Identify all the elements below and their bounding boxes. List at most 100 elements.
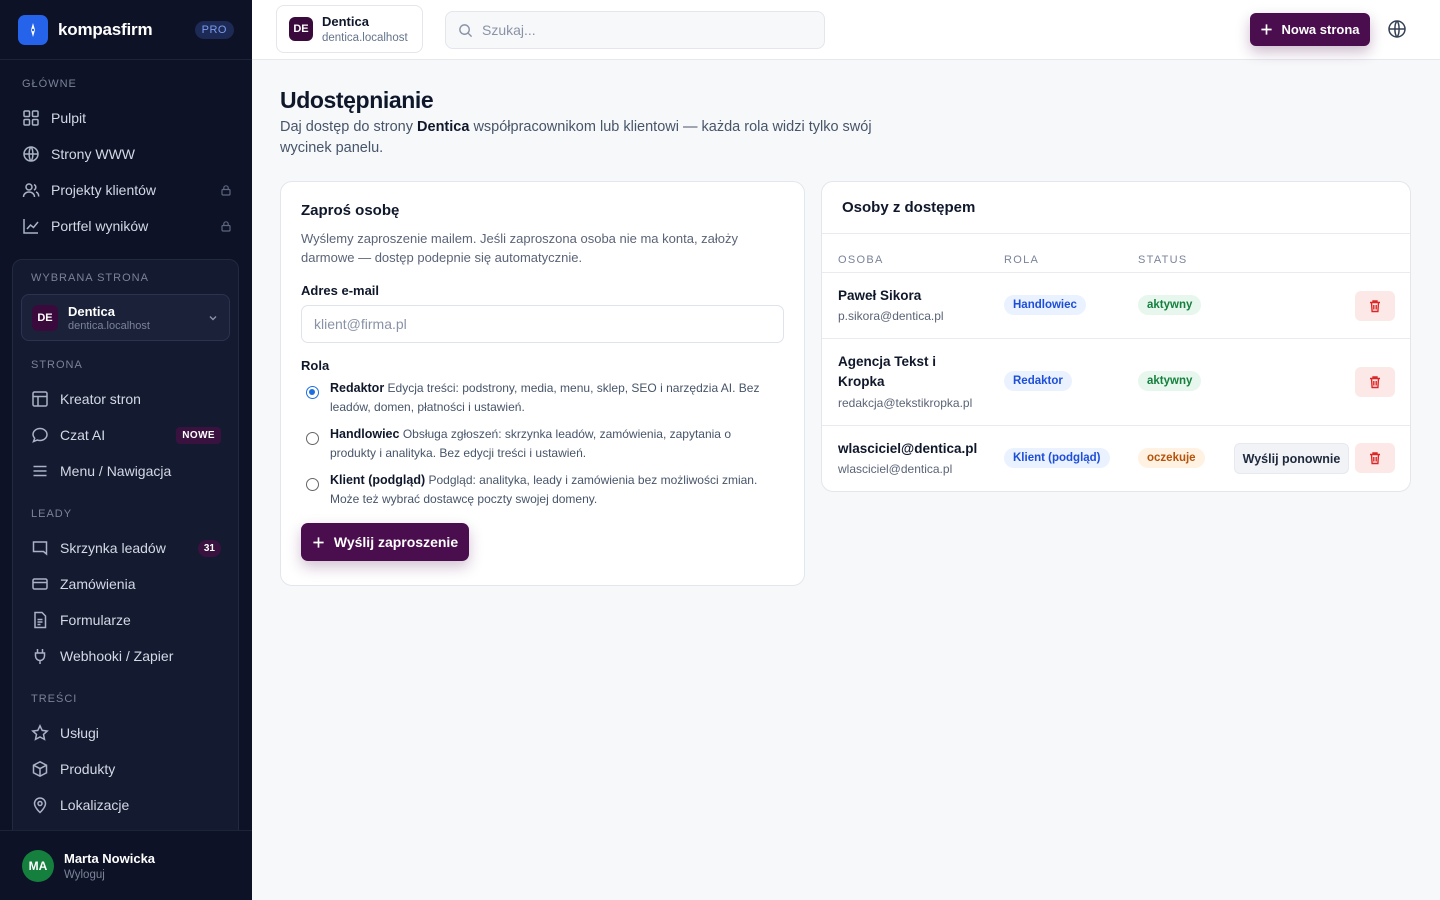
new-page-button[interactable]: Nowa strona — [1250, 13, 1370, 46]
sidebar-item-lokalizacje[interactable]: Lokalizacje — [31, 787, 221, 823]
sidebar-item-label: Skrzynka leadów — [60, 540, 166, 556]
users-icon — [22, 183, 40, 198]
role-badge: Redaktor — [1004, 371, 1072, 391]
resend-invite-button[interactable]: Wyślij ponownie — [1234, 443, 1349, 474]
site-panel: WYBRANA STRONA DE Dentica dentica.localh… — [12, 259, 239, 859]
section-label-leads: LEADY — [31, 508, 73, 520]
sidebar-item-kreator-stron[interactable]: Kreator stron — [31, 381, 221, 417]
user-profile: MA Marta Nowicka Wyloguj — [0, 830, 252, 900]
role-label: Rola — [301, 358, 330, 373]
person-name-line: Agencja Tekst i — [838, 354, 937, 369]
role-option-klient[interactable]: Klient (podgląd) Podgląd: analityka, lea… — [301, 471, 784, 509]
page-title: Udostępnianie — [280, 87, 434, 113]
lock-icon — [221, 185, 231, 196]
topbar: DE Dentica dentica.localhost Nowa strona — [252, 0, 1440, 60]
sidebar-item-label: Strony WWW — [51, 146, 135, 162]
role-badge: Klient (podgląd) — [1004, 448, 1110, 468]
role-radio[interactable] — [306, 432, 319, 445]
email-field-wrapper — [301, 305, 784, 343]
sidebar-item-pulpit[interactable]: Pulpit — [22, 100, 232, 136]
sidebar-item-portfel-wynikow[interactable]: Portfel wyników — [22, 208, 232, 244]
menu-icon — [33, 465, 47, 477]
sidebar-item-label: Menu / Nawigacja — [60, 463, 172, 479]
sidebar-item-label: Formularze — [60, 612, 131, 628]
logout-link[interactable]: Wyloguj — [64, 869, 155, 881]
delete-button[interactable] — [1355, 291, 1395, 321]
people-card: Osoby z dostępem OSOBA ROLA STATUS Paweł… — [821, 181, 1411, 492]
sidebar-item-produkty[interactable]: Produkty — [31, 751, 221, 787]
person-name-line: Kropka — [838, 374, 885, 389]
role-name: Klient (podgląd) — [330, 473, 426, 487]
pro-badge: PRO — [194, 20, 234, 39]
section-label-main: GŁÓWNE — [22, 78, 77, 90]
search-input[interactable] — [482, 22, 802, 38]
people-title: Osoby z dostępem — [842, 199, 976, 216]
site-name: Dentica — [322, 14, 369, 29]
role-option-handlowiec[interactable]: Handlowiec Obsługa zgłoszeń: skrzynka le… — [301, 425, 784, 463]
sidebar-item-menu-nawigacja[interactable]: Menu / Nawigacja — [31, 453, 221, 489]
sidebar: kompasfirm PRO GŁÓWNE Pulpit Strony WWW … — [0, 0, 252, 900]
sidebar-item-webhooki-zapier[interactable]: Webhooki / Zapier — [31, 638, 221, 674]
brand-name[interactable]: kompasfirm — [58, 20, 195, 40]
sidebar-item-skrzynka-leadow[interactable]: Skrzynka leadów 31 — [31, 530, 221, 566]
sidebar-item-label: Usługi — [60, 725, 99, 741]
send-invite-button[interactable]: Wyślij zaproszenie — [301, 523, 469, 561]
person-email: p.sikora@dentica.pl — [838, 309, 944, 323]
email-field[interactable] — [314, 316, 771, 332]
plus-icon — [313, 536, 324, 548]
person-name: Agencja Tekst i Kropka — [838, 352, 936, 392]
globe-icon — [23, 146, 39, 162]
role-badge: Handlowiec — [1004, 295, 1086, 315]
site-domain: dentica.localhost — [68, 319, 150, 332]
role-name: Redaktor — [330, 381, 385, 395]
chat-icon — [32, 427, 48, 443]
role-radio[interactable] — [306, 386, 319, 399]
site-selector[interactable]: DE Dentica dentica.localhost — [21, 294, 230, 341]
compass-logo-icon[interactable] — [18, 14, 48, 45]
search-box — [445, 11, 825, 49]
trash-icon — [1370, 300, 1380, 313]
status-badge: aktywny — [1138, 295, 1202, 315]
user-name: Marta Nowicka — [64, 850, 156, 866]
sidebar-item-projekty-klientow[interactable]: Projekty klientów — [22, 172, 232, 208]
inbox-icon — [32, 541, 48, 556]
delete-button[interactable] — [1355, 443, 1395, 473]
chevron-down-icon — [209, 315, 217, 320]
avatar[interactable]: MA — [22, 849, 54, 882]
sidebar-item-strony-www[interactable]: Strony WWW — [22, 136, 232, 172]
delete-button[interactable] — [1355, 367, 1395, 397]
role-option-redaktor[interactable]: Redaktor Edycja treści: podstrony, media… — [301, 379, 784, 417]
plus-icon — [1261, 24, 1273, 35]
sidebar-item-label: Kreator stron — [60, 391, 141, 407]
sidebar-item-formularze[interactable]: Formularze — [31, 602, 221, 638]
trash-icon — [1370, 376, 1380, 389]
sidebar-item-label: Projekty klientów — [51, 182, 157, 198]
sidebar-item-czat-ai[interactable]: Czat AI NOWE — [31, 417, 221, 453]
site-name: Dentica — [68, 303, 115, 319]
people-header: Osoby z dostępem — [822, 182, 1410, 234]
sidebar-item-label: Produkty — [60, 761, 116, 777]
selected-site-label: WYBRANA STRONA — [31, 272, 149, 284]
current-site-chip[interactable]: DE Dentica dentica.localhost — [276, 5, 423, 53]
sidebar-item-zamowienia[interactable]: Zamówienia — [31, 566, 221, 602]
person-email: redakcja@tekstikropka.pl — [838, 396, 973, 410]
language-globe-icon[interactable] — [1387, 19, 1407, 39]
role-name: Handlowiec — [330, 427, 400, 441]
main-content: Udostępnianie Daj dostęp do strony Denti… — [252, 60, 1440, 900]
section-label-content: TREŚCI — [31, 693, 78, 705]
role-radio[interactable] — [306, 478, 319, 491]
column-header-person: OSOBA — [838, 254, 884, 266]
pin-icon — [33, 797, 47, 814]
search-icon — [459, 23, 473, 37]
email-label: Adres e-mail — [301, 283, 380, 298]
sidebar-item-uslugi[interactable]: Usługi — [31, 715, 221, 751]
chart-icon — [23, 219, 39, 234]
table-row: Paweł Sikora p.sikora@dentica.pl Handlow… — [822, 272, 1410, 338]
grid-icon — [23, 110, 39, 126]
person-email: wlasciciel@dentica.pl — [838, 462, 953, 476]
table-row: Agencja Tekst i Kropka redakcja@tekstikro… — [822, 338, 1410, 425]
plug-icon — [34, 649, 46, 664]
form-icon — [34, 611, 47, 629]
site-domain: dentica.localhost — [322, 32, 408, 44]
person-name: Paweł Sikora — [838, 288, 922, 303]
